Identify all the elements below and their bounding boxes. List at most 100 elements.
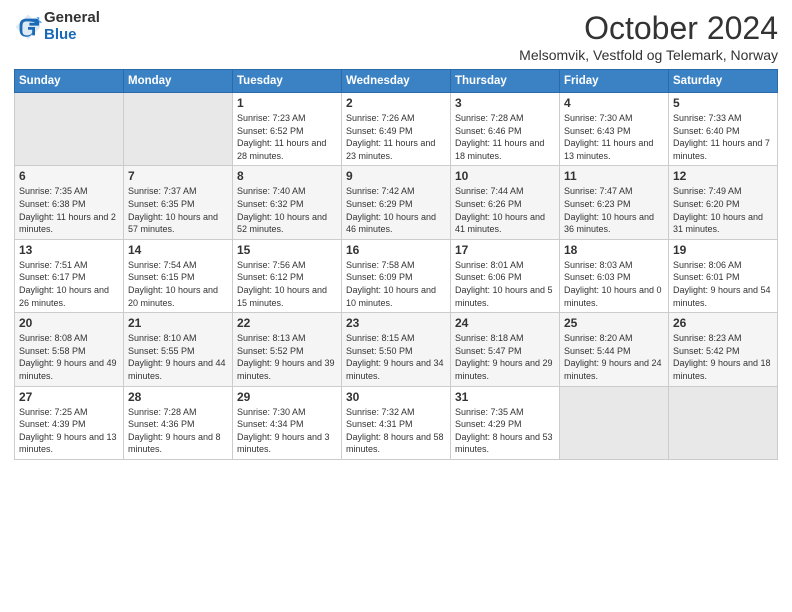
day-number: 3 xyxy=(455,96,555,110)
calendar-cell: 11 Sunrise: 7:47 AMSunset: 6:23 PMDayligh… xyxy=(560,166,669,239)
calendar-cell: 28 Sunrise: 7:28 AMSunset: 4:36 PMDayligh… xyxy=(124,386,233,459)
calendar-cell xyxy=(15,93,124,166)
calendar-cell: 27 Sunrise: 7:25 AMSunset: 4:39 PMDayligh… xyxy=(15,386,124,459)
location: Melsomvik, Vestfold og Telemark, Norway xyxy=(519,47,778,63)
calendar-day-header-monday: Monday xyxy=(124,70,233,93)
day-number: 11 xyxy=(564,169,664,183)
calendar-cell: 21 Sunrise: 8:10 AMSunset: 5:55 PMDayligh… xyxy=(124,313,233,386)
day-info: Sunrise: 7:47 AMSunset: 6:23 PMDaylight:… xyxy=(564,185,664,235)
day-number: 5 xyxy=(673,96,773,110)
month-title: October 2024 xyxy=(519,10,778,47)
calendar-cell: 25Sunrise: 8:20 AMSunset: 5:44 PMDayligh… xyxy=(560,313,669,386)
day-number: 20 xyxy=(19,316,119,330)
day-info: Sunrise: 7:56 AMSunset: 6:12 PMDaylight:… xyxy=(237,259,337,309)
calendar-cell: 29Sunrise: 7:30 AMSunset: 4:34 PMDayligh… xyxy=(233,386,342,459)
day-number: 16 xyxy=(346,243,446,257)
day-info: Sunrise: 7:35 AMSunset: 4:29 PMDaylight:… xyxy=(455,406,555,456)
calendar-cell: 10 Sunrise: 7:44 AMSunset: 6:26 PMDayligh… xyxy=(451,166,560,239)
day-number: 19 xyxy=(673,243,773,257)
calendar-week-row: 1 Sunrise: 7:23 AMSunset: 6:52 PMDaylight… xyxy=(15,93,778,166)
day-info: Sunrise: 7:35 AMSunset: 6:38 PMDaylight:… xyxy=(19,185,119,235)
day-number: 26 xyxy=(673,316,773,330)
calendar-cell: 30 Sunrise: 7:32 AMSunset: 4:31 PMDayligh… xyxy=(342,386,451,459)
day-info: Sunrise: 7:33 AMSunset: 6:40 PMDaylight:… xyxy=(673,112,773,162)
day-info: Sunrise: 7:44 AMSunset: 6:26 PMDaylight:… xyxy=(455,185,555,235)
calendar-cell: 26 Sunrise: 8:23 AMSunset: 5:42 PMDayligh… xyxy=(669,313,778,386)
calendar-cell: 14 Sunrise: 7:54 AMSunset: 6:15 PMDayligh… xyxy=(124,239,233,312)
calendar-cell: 7 Sunrise: 7:37 AMSunset: 6:35 PMDaylight… xyxy=(124,166,233,239)
calendar-cell: 1 Sunrise: 7:23 AMSunset: 6:52 PMDaylight… xyxy=(233,93,342,166)
calendar-cell: 17 Sunrise: 8:01 AMSunset: 6:06 PMDayligh… xyxy=(451,239,560,312)
day-number: 30 xyxy=(346,390,446,404)
day-number: 31 xyxy=(455,390,555,404)
day-number: 28 xyxy=(128,390,228,404)
calendar-cell: 6 Sunrise: 7:35 AMSunset: 6:38 PMDaylight… xyxy=(15,166,124,239)
calendar-day-header-saturday: Saturday xyxy=(669,70,778,93)
day-info: Sunrise: 8:15 AMSunset: 5:50 PMDaylight:… xyxy=(346,332,446,382)
calendar-cell: 22 Sunrise: 8:13 AMSunset: 5:52 PMDayligh… xyxy=(233,313,342,386)
day-info: Sunrise: 8:18 AMSunset: 5:47 PMDaylight:… xyxy=(455,332,555,382)
day-info: Sunrise: 8:13 AMSunset: 5:52 PMDaylight:… xyxy=(237,332,337,382)
day-number: 7 xyxy=(128,169,228,183)
day-info: Sunrise: 7:49 AMSunset: 6:20 PMDaylight:… xyxy=(673,185,773,235)
calendar-week-row: 6 Sunrise: 7:35 AMSunset: 6:38 PMDaylight… xyxy=(15,166,778,239)
day-info: Sunrise: 7:37 AMSunset: 6:35 PMDaylight:… xyxy=(128,185,228,235)
day-info: Sunrise: 7:28 AMSunset: 4:36 PMDaylight:… xyxy=(128,406,228,456)
day-number: 4 xyxy=(564,96,664,110)
day-info: Sunrise: 7:32 AMSunset: 4:31 PMDaylight:… xyxy=(346,406,446,456)
calendar-cell: 23 Sunrise: 8:15 AMSunset: 5:50 PMDayligh… xyxy=(342,313,451,386)
day-info: Sunrise: 7:25 AMSunset: 4:39 PMDaylight:… xyxy=(19,406,119,456)
day-info: Sunrise: 7:28 AMSunset: 6:46 PMDaylight:… xyxy=(455,112,555,162)
generalblue-logo-icon xyxy=(14,13,42,41)
day-info: Sunrise: 7:54 AMSunset: 6:15 PMDaylight:… xyxy=(128,259,228,309)
day-info: Sunrise: 7:40 AMSunset: 6:32 PMDaylight:… xyxy=(237,185,337,235)
day-info: Sunrise: 8:06 AMSunset: 6:01 PMDaylight:… xyxy=(673,259,773,309)
calendar-cell: 15Sunrise: 7:56 AMSunset: 6:12 PMDayligh… xyxy=(233,239,342,312)
day-number: 27 xyxy=(19,390,119,404)
day-number: 22 xyxy=(237,316,337,330)
day-number: 14 xyxy=(128,243,228,257)
day-number: 1 xyxy=(237,96,337,110)
day-number: 9 xyxy=(346,169,446,183)
day-info: Sunrise: 8:23 AMSunset: 5:42 PMDaylight:… xyxy=(673,332,773,382)
day-info: Sunrise: 7:23 AMSunset: 6:52 PMDaylight:… xyxy=(237,112,337,162)
day-info: Sunrise: 7:30 AMSunset: 6:43 PMDaylight:… xyxy=(564,112,664,162)
day-number: 24 xyxy=(455,316,555,330)
day-number: 18 xyxy=(564,243,664,257)
calendar-cell xyxy=(124,93,233,166)
calendar-day-header-friday: Friday xyxy=(560,70,669,93)
day-info: Sunrise: 7:42 AMSunset: 6:29 PMDaylight:… xyxy=(346,185,446,235)
day-info: Sunrise: 8:01 AMSunset: 6:06 PMDaylight:… xyxy=(455,259,555,309)
day-number: 6 xyxy=(19,169,119,183)
calendar-cell: 5 Sunrise: 7:33 AMSunset: 6:40 PMDaylight… xyxy=(669,93,778,166)
calendar-cell: 24 Sunrise: 8:18 AMSunset: 5:47 PMDayligh… xyxy=(451,313,560,386)
calendar-day-header-tuesday: Tuesday xyxy=(233,70,342,93)
day-info: Sunrise: 7:26 AMSunset: 6:49 PMDaylight:… xyxy=(346,112,446,162)
day-info: Sunrise: 8:20 AMSunset: 5:44 PMDaylight:… xyxy=(564,332,664,382)
day-info: Sunrise: 7:58 AMSunset: 6:09 PMDaylight:… xyxy=(346,259,446,309)
calendar-day-header-thursday: Thursday xyxy=(451,70,560,93)
day-number: 21 xyxy=(128,316,228,330)
page: General Blue October 2024 Melsomvik, Ves… xyxy=(0,0,792,612)
header: General Blue October 2024 Melsomvik, Ves… xyxy=(14,10,778,63)
calendar-cell: 18Sunrise: 8:03 AMSunset: 6:03 PMDayligh… xyxy=(560,239,669,312)
calendar-cell: 9 Sunrise: 7:42 AMSunset: 6:29 PMDaylight… xyxy=(342,166,451,239)
day-number: 2 xyxy=(346,96,446,110)
calendar-cell xyxy=(669,386,778,459)
day-number: 12 xyxy=(673,169,773,183)
logo-general-text: General xyxy=(44,10,100,27)
calendar-cell: 31 Sunrise: 7:35 AMSunset: 4:29 PMDayligh… xyxy=(451,386,560,459)
calendar-day-header-wednesday: Wednesday xyxy=(342,70,451,93)
day-number: 23 xyxy=(346,316,446,330)
calendar-cell xyxy=(560,386,669,459)
logo: General Blue xyxy=(14,10,100,43)
calendar-cell: 16 Sunrise: 7:58 AMSunset: 6:09 PMDayligh… xyxy=(342,239,451,312)
logo-blue-text: Blue xyxy=(44,27,100,44)
calendar-header-row: SundayMondayTuesdayWednesdayThursdayFrid… xyxy=(15,70,778,93)
calendar-week-row: 27 Sunrise: 7:25 AMSunset: 4:39 PMDayligh… xyxy=(15,386,778,459)
day-number: 10 xyxy=(455,169,555,183)
day-number: 17 xyxy=(455,243,555,257)
day-number: 13 xyxy=(19,243,119,257)
day-info: Sunrise: 8:10 AMSunset: 5:55 PMDaylight:… xyxy=(128,332,228,382)
calendar-week-row: 13Sunrise: 7:51 AMSunset: 6:17 PMDayligh… xyxy=(15,239,778,312)
